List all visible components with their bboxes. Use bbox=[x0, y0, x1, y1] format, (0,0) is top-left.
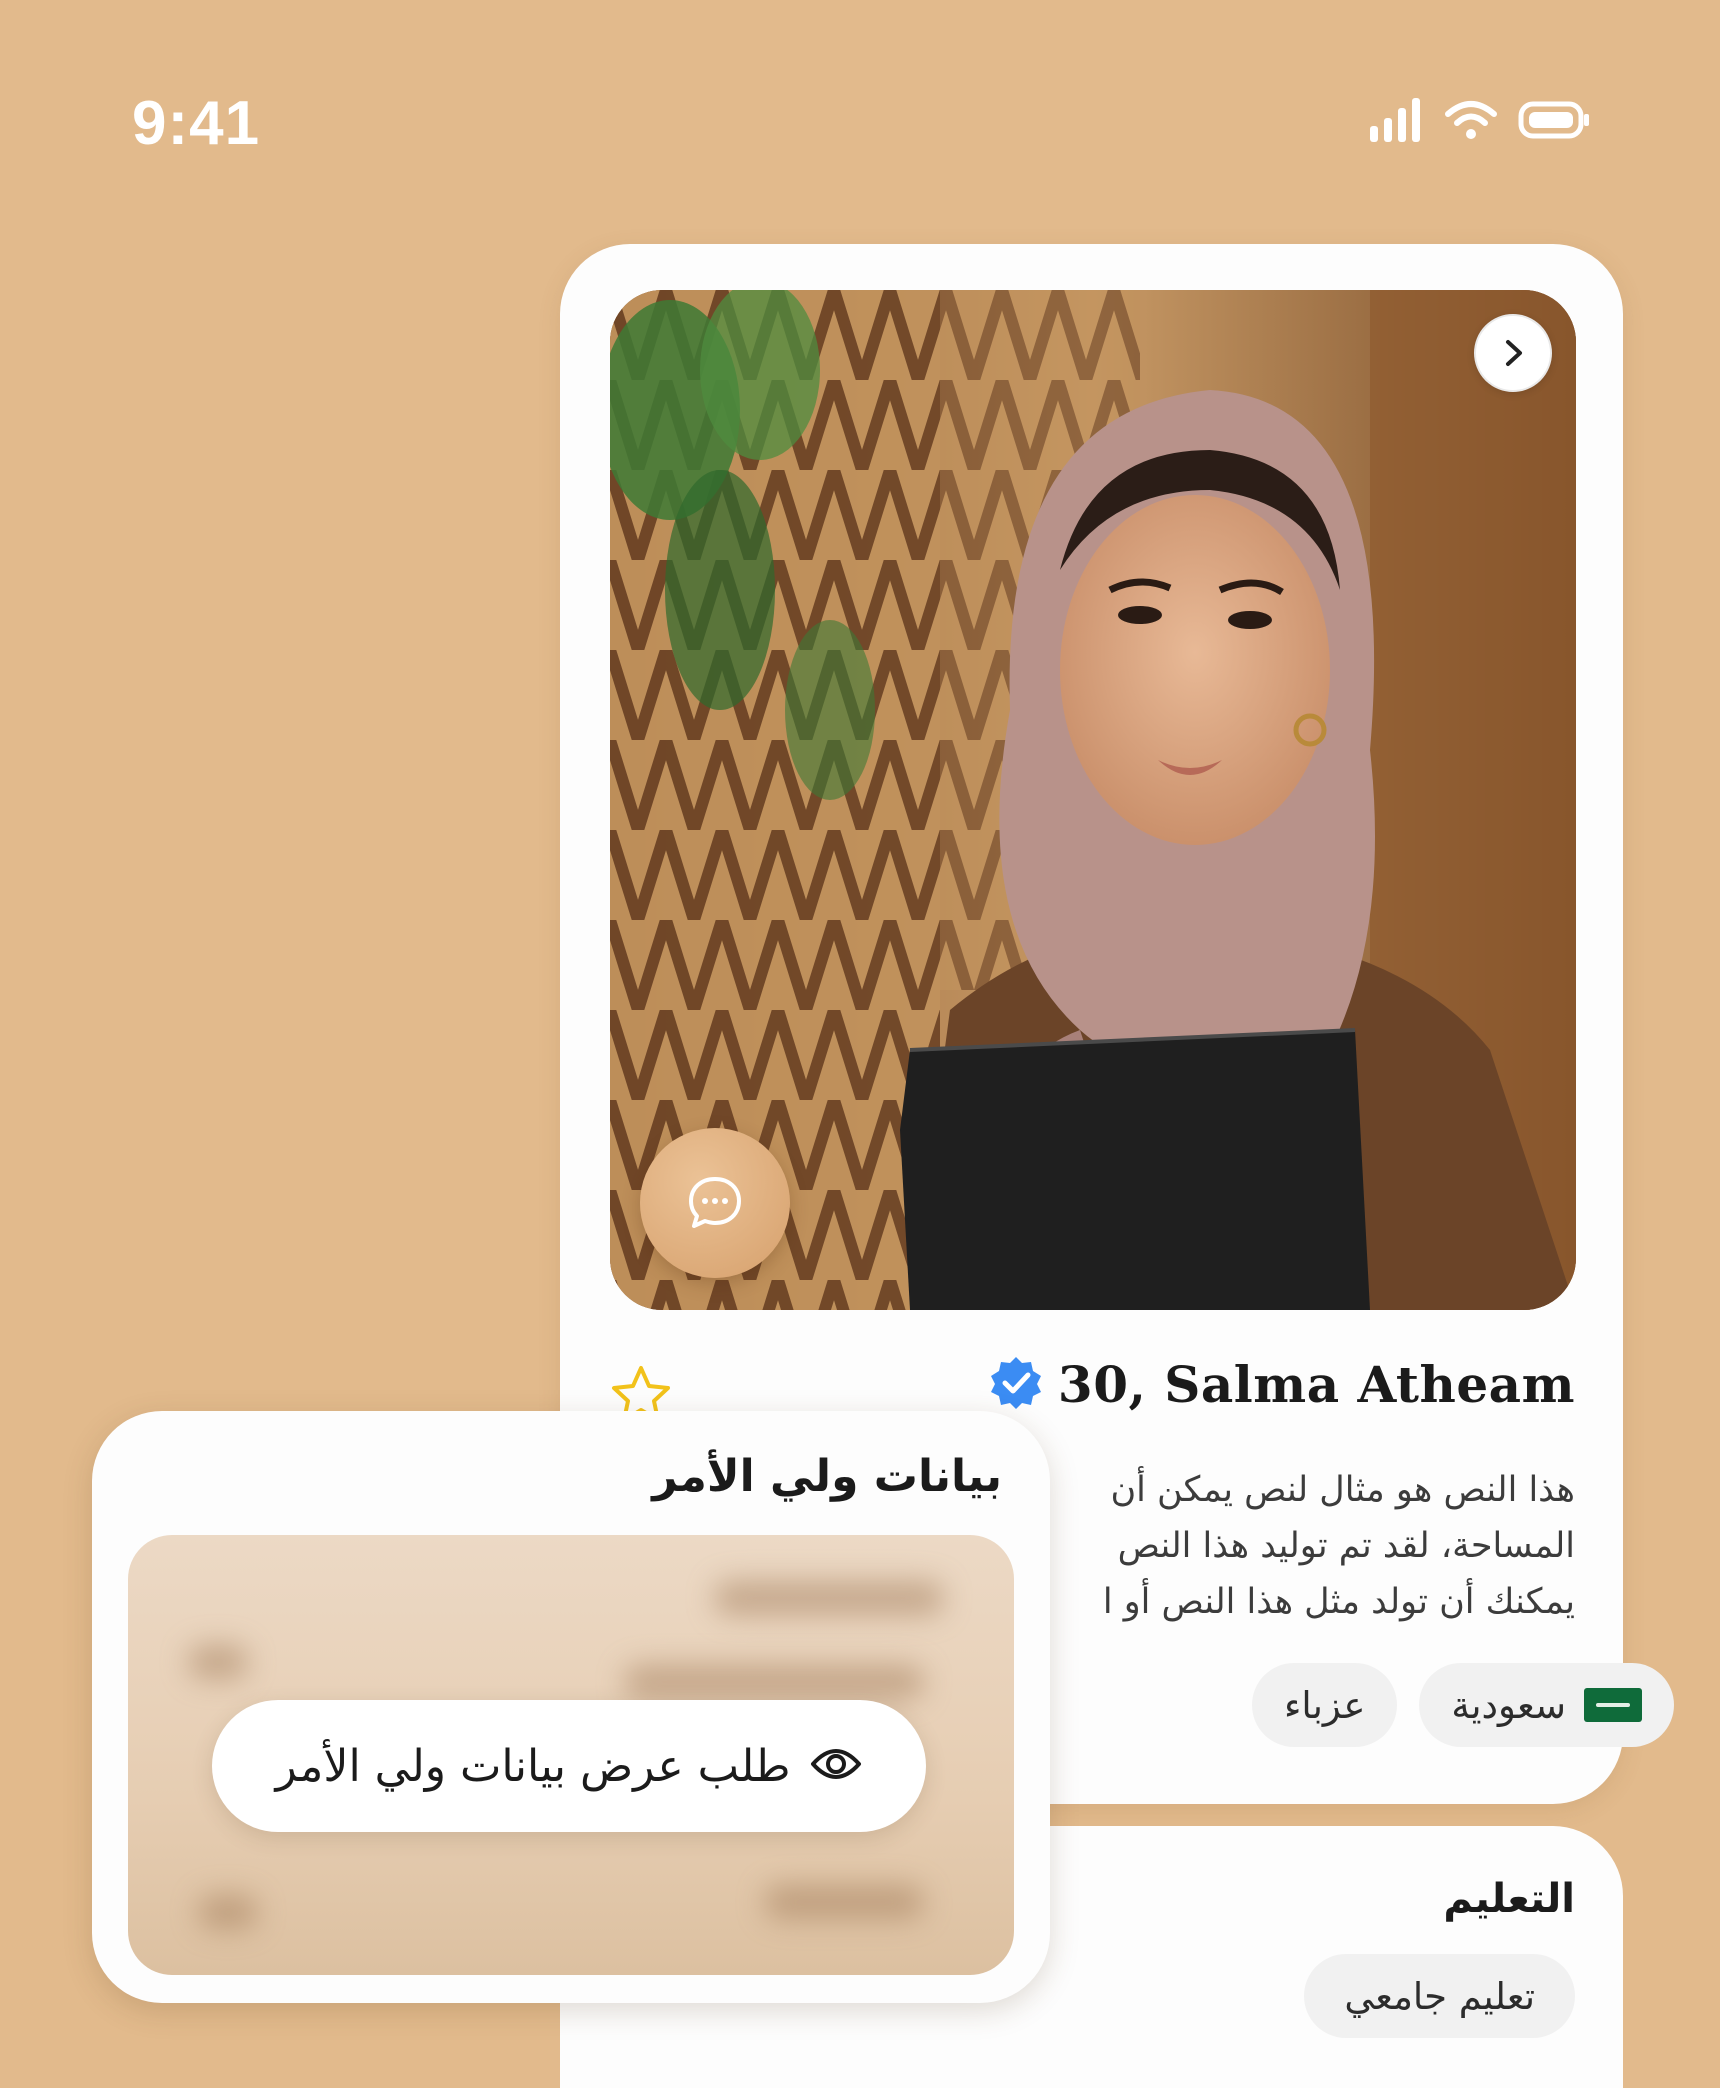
chevron-right-icon bbox=[1496, 336, 1530, 370]
wifi-icon bbox=[1444, 98, 1498, 146]
verified-badge-icon bbox=[988, 1354, 1044, 1414]
status-icons bbox=[1368, 96, 1590, 148]
guardian-title: بيانات ولي الأمر bbox=[652, 1451, 1002, 1502]
blurred-text bbox=[764, 1885, 924, 1919]
tag-nationality: سعودية bbox=[1419, 1663, 1674, 1747]
blurred-text bbox=[624, 1665, 924, 1699]
next-photo-button[interactable] bbox=[1474, 314, 1552, 392]
name-row: 30, Salma Atheam bbox=[988, 1354, 1575, 1414]
education-chip: تعليم جامعي bbox=[1304, 1954, 1575, 2038]
battery-icon bbox=[1518, 100, 1590, 144]
profile-photo[interactable] bbox=[610, 290, 1576, 1310]
request-button-label: طلب عرض بيانات ولي الأمر bbox=[275, 1740, 791, 1792]
tag-label: عزباء bbox=[1283, 1683, 1366, 1727]
blurred-text bbox=[198, 1895, 258, 1929]
blurred-text bbox=[714, 1581, 944, 1615]
signal-icon bbox=[1368, 96, 1424, 148]
profile-name: 30, Salma Atheam bbox=[1057, 1354, 1575, 1414]
education-title: التعليم bbox=[1443, 1876, 1575, 1922]
status-time: 9:41 bbox=[132, 89, 261, 158]
tag-label: سعودية bbox=[1451, 1683, 1566, 1727]
chat-bubble-icon bbox=[685, 1173, 745, 1233]
chat-button[interactable] bbox=[640, 1128, 790, 1278]
saudi-flag-icon bbox=[1584, 1688, 1642, 1722]
eye-icon bbox=[810, 1744, 862, 1788]
profile-tags: سعودية عزباء bbox=[1251, 1663, 1674, 1747]
request-guardian-data-button[interactable]: طلب عرض بيانات ولي الأمر bbox=[212, 1700, 926, 1832]
blurred-text bbox=[188, 1645, 248, 1679]
tag-marital-status: عزباء bbox=[1251, 1663, 1398, 1747]
